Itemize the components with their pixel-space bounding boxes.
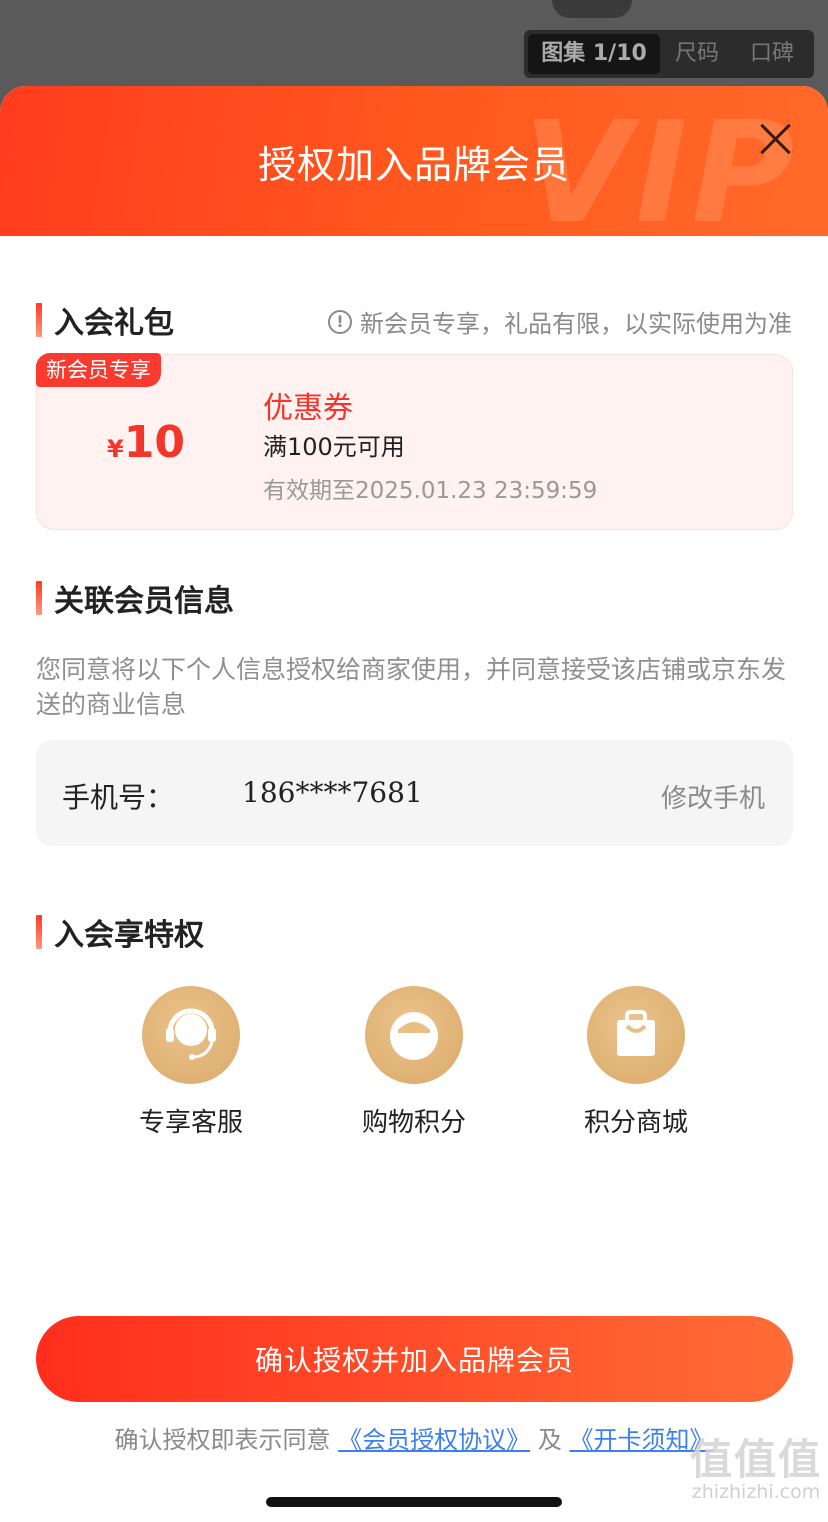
gift-title: 入会礼包 [54,306,174,341]
gift-note: ! 新会员专享，礼品有限，以实际使用为准 [328,304,792,339]
perk-customer-service: 专享客服 [106,986,276,1139]
section-marker [36,915,42,949]
gift-note-text: 新会员专享，礼品有限，以实际使用为准 [360,310,792,338]
perk-label: 专享客服 [138,1108,243,1138]
membership-sheet: VIP 授权加入品牌会员 入会礼包 ! 新会员专享，礼品有限，以实际使用为准 新… [0,86,828,1522]
close-icon[interactable] [758,122,792,156]
coupon-card: 新会员专享 ¥10 优惠券 满100元可用 有效期至2025.01.23 23:… [36,353,793,530]
agree-prefix: 确认授权即表示同意 [114,1426,331,1454]
shopping-bag-icon [587,986,685,1084]
phone-row: 手机号： 186****7681 修改手机 [36,740,793,846]
info-icon: ! [328,309,352,334]
perk-shopping-points: 购物积分 [329,986,499,1139]
watermark-site: zhizhizhi.com [691,1481,821,1503]
section-marker [36,303,42,337]
perks-title: 入会享特权 [54,918,204,953]
coupon-amount: ¥10 [107,417,185,468]
phone-label: 手机号： [62,781,175,814]
member-agreement-link[interactable]: 《会员授权协议》 [338,1426,530,1454]
section-marker [36,581,42,615]
agree-and: 及 [537,1426,562,1454]
product-image-edge [552,0,632,18]
gift-section-heading: 入会礼包 [36,298,174,342]
currency-symbol: ¥ [107,435,124,463]
perk-label: 积分商城 [583,1108,688,1138]
sheet-header: VIP 授权加入品牌会员 [0,86,828,255]
tab-size[interactable]: 尺码 [660,34,734,74]
coupon-value: 10 [123,417,185,468]
member-description: 您同意将以下个人信息授权给商家使用，并同意接受该店铺或京东发送的商业信息 [36,655,787,719]
change-phone-button[interactable]: 修改手机 [661,778,765,815]
confirm-join-button[interactable]: 确认授权并加入品牌会员 [36,1316,793,1402]
coupon-validity: 有效期至2025.01.23 23:59:59 [263,478,598,504]
tab-reviews[interactable]: 口碑 [734,34,810,74]
headset-icon [142,986,240,1084]
phone-value: 186****7681 [242,776,423,809]
sheet-title: 授权加入品牌会员 [257,143,570,187]
coupon-type: 优惠券 [263,391,353,426]
watermark-logo: 值值值 [689,1435,822,1484]
site-watermark: 值值值 zhizhizhi.com [690,1426,822,1503]
tab-gallery[interactable]: 图集 1/10 [528,34,660,74]
coupon-condition: 满100元可用 [263,433,405,461]
perks-section-heading: 入会享特权 [36,910,204,954]
bowl-icon [365,986,463,1084]
perk-label: 购物积分 [361,1108,466,1138]
member-title: 关联会员信息 [54,584,234,619]
perk-points-mall: 积分商城 [551,986,721,1139]
home-indicator [266,1497,562,1507]
member-section-heading: 关联会员信息 [36,576,234,620]
gallery-tabs: 图集 1/10 尺码 口碑 [524,30,814,78]
new-member-badge: 新会员专享 [36,353,161,387]
